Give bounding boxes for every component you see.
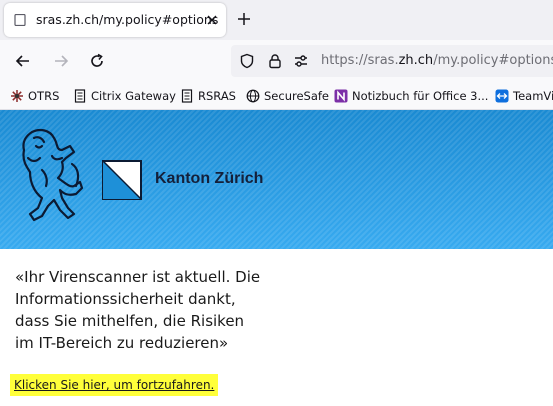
reload-icon[interactable]: [88, 52, 106, 70]
navigation-bar: https://sras.zh.ch/my.policy#options: [0, 40, 553, 82]
canton-crest-icon: [102, 160, 142, 200]
shield-icon[interactable]: [239, 53, 255, 69]
tab-strip: sras.zh.ch/my.policy#options: [0, 0, 553, 40]
continue-link[interactable]: Klicken Sie hier, um fortzufahren.: [10, 374, 219, 396]
bookmarks-bar: OTRS Citrix Gateway RSRAS SecureSafe Not…: [0, 82, 553, 110]
url-path: /my.policy#options: [433, 53, 553, 68]
message-line: Informationssicherheit dankt,: [15, 290, 236, 308]
message-text: «Ihr Virenscanner ist aktuell. Die Infor…: [15, 266, 345, 354]
otrs-icon: [11, 89, 23, 102]
lock-icon[interactable]: [267, 53, 283, 69]
forward-arrow-icon[interactable]: [52, 52, 70, 70]
url-prefix: https://sras.: [321, 53, 399, 68]
tab-active[interactable]: sras.zh.ch/my.policy#options: [4, 3, 226, 37]
message-line: dass Sie mithelfen, die Risiken: [15, 312, 245, 330]
canton-name: Kanton Zürich: [155, 170, 264, 187]
url-text: https://sras.zh.ch/my.policy#options: [321, 53, 553, 68]
teamviewer-icon: [495, 89, 509, 102]
bookmark-label: TeamVi: [513, 88, 553, 103]
bookmark-securesafe[interactable]: SecureSafe: [246, 86, 329, 105]
bookmark-label: RSRAS: [198, 88, 236, 103]
bookmark-teamviewer[interactable]: TeamVi: [495, 86, 553, 105]
message-line: im IT-Bereich zu reduzieren»: [15, 334, 229, 352]
page-icon: [74, 88, 86, 103]
page-icon: [181, 88, 193, 103]
onenote-icon: [334, 89, 348, 102]
bookmark-label: SecureSafe: [264, 88, 330, 103]
url-host: zh.ch: [398, 53, 434, 68]
address-bar[interactable]: https://sras.zh.ch/my.policy#options: [231, 45, 553, 77]
bookmark-notizbuch[interactable]: Notizbuch für Office 3...: [334, 86, 488, 105]
bookmark-label: Citrix Gateway: [91, 88, 176, 103]
close-icon[interactable]: [205, 13, 219, 27]
message-line: «Ihr Virenscanner ist aktuell. Die: [15, 268, 261, 286]
back-arrow-icon[interactable]: [14, 52, 32, 70]
bookmark-label: OTRS: [28, 88, 60, 103]
zurich-lion-logo: [22, 128, 84, 222]
header-banner: Kanton Zürich: [0, 110, 553, 249]
bookmark-label: Notizbuch für Office 3...: [352, 88, 489, 103]
bookmark-rsras[interactable]: RSRAS: [180, 86, 236, 105]
permissions-icon[interactable]: [293, 53, 309, 69]
bookmark-citrix-gateway[interactable]: Citrix Gateway: [73, 86, 176, 105]
globe-icon: [246, 89, 260, 102]
bookmark-otrs[interactable]: OTRS: [10, 86, 59, 105]
page-icon: [14, 14, 26, 26]
tab-title: sras.zh.ch/my.policy#options: [36, 12, 219, 27]
new-tab-icon[interactable]: [236, 11, 252, 27]
